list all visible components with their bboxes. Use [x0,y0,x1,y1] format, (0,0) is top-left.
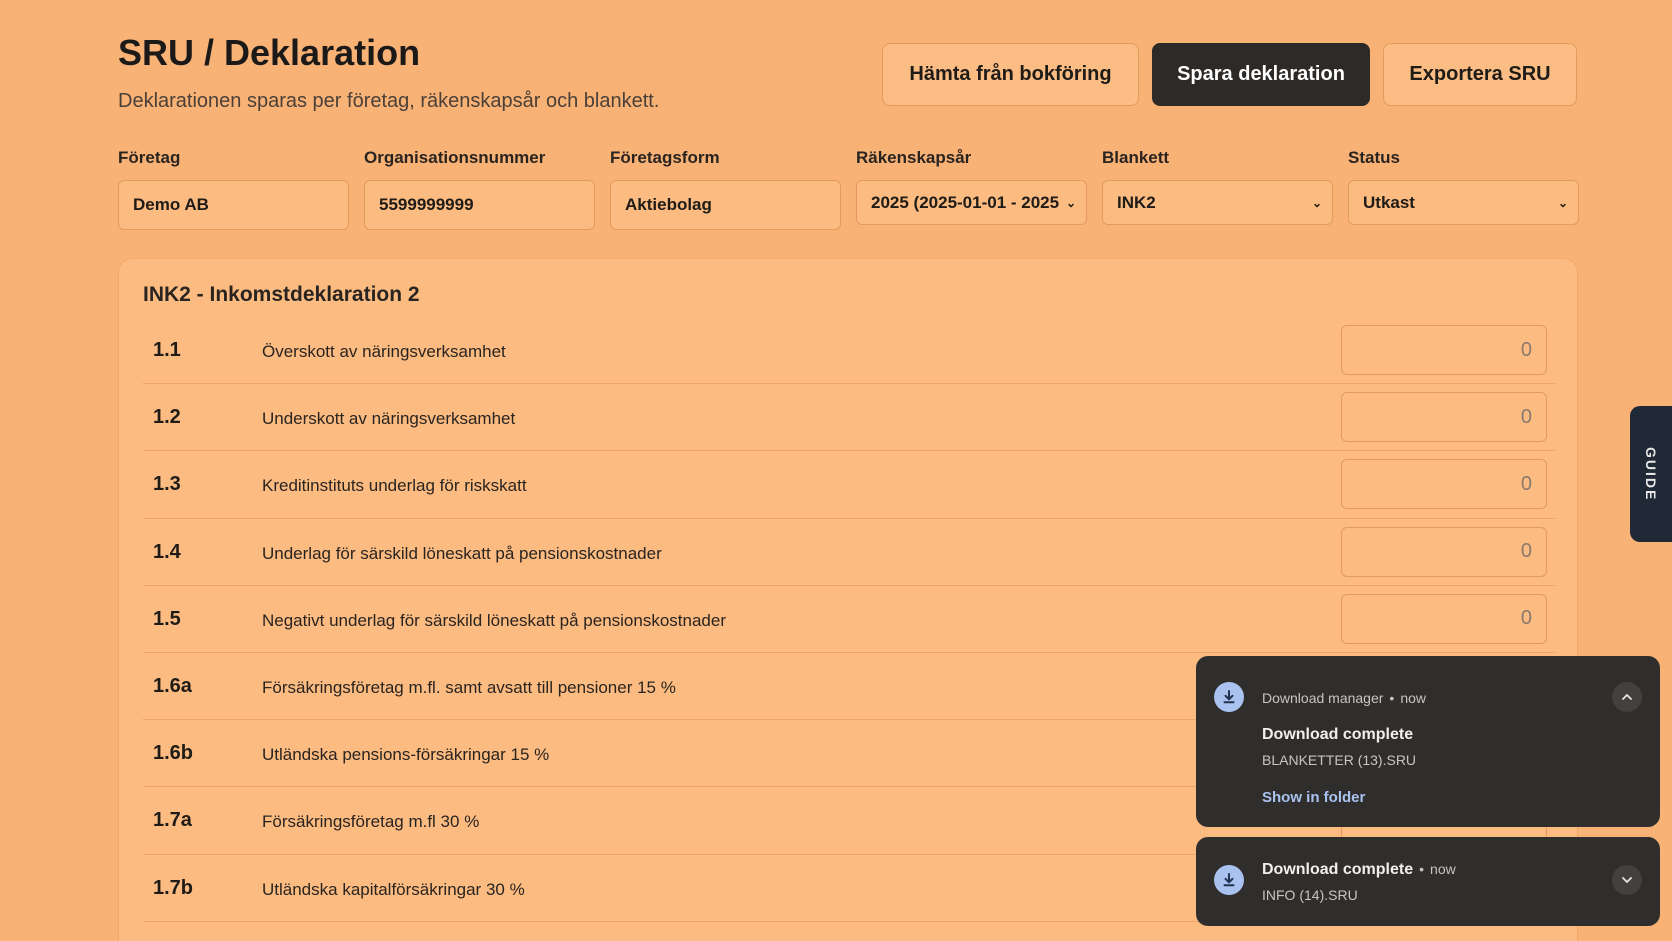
row-code: 1.5 [153,607,181,630]
notification-header: Download complete • now [1262,861,1456,879]
expand-notification-button[interactable] [1612,865,1642,895]
notification-title: Download complete [1262,861,1414,878]
guide-tab-label: GUIDE [1643,446,1659,502]
chevron-down-icon [1622,877,1632,883]
fiscal-year-field-group: Räkenskapsår 2025 (2025-01-01 - 2025-12-… [856,148,1087,230]
form-row: 1.1 Överskott av näringsverksamhet 0 [143,317,1555,385]
row-value: 0 [1520,540,1532,563]
company-form-value: Aktiebolag [625,195,712,214]
row-value-input[interactable]: 0 [1341,325,1547,375]
status-select[interactable]: Utkast ⌄ [1348,180,1579,225]
company-label: Företag [118,148,181,167]
notification-file: BLANKETTER (13).SRU [1262,752,1417,768]
row-value-input[interactable]: 0 [1341,459,1547,510]
notification-time: now [1400,690,1426,706]
org-number-field-group: Organisationsnummer 5599999999 [364,148,595,230]
header-actions: Hämta från bokföring Spara deklaration E… [882,43,1577,106]
notification-time: now [1430,861,1456,877]
fiscal-year-label: Räkenskapsår [856,148,972,167]
row-label: Försäkringsföretag m.fl. samt avsatt til… [262,677,676,697]
notification-header: Download manager • now [1262,690,1426,706]
chevron-up-icon [1622,694,1632,700]
row-value: 0 [1520,607,1532,630]
guide-tab[interactable]: GUIDE [1630,406,1672,542]
company-form-field-group: Företagsform Aktiebolag [610,148,841,230]
notification-title: Download complete [1262,726,1414,743]
company-form-input[interactable]: Aktiebolag [610,180,841,230]
export-sru-button[interactable]: Exportera SRU [1383,43,1577,106]
notification-app: Download manager [1262,690,1384,706]
chevron-down-icon: ⌄ [1557,195,1568,210]
status-label: Status [1348,148,1400,167]
row-label: Utländska kapitalförsäkringar 30 % [262,879,525,899]
row-label: Kreditinstituts underlag för riskskatt [262,476,527,496]
row-code: 1.1 [153,339,181,361]
form-label: Blankett [1102,148,1170,167]
row-label: Försäkringsföretag m.fl 30 % [262,812,480,832]
company-value: Demo AB [133,195,209,214]
row-code: 1.7b [153,876,194,899]
company-form-label: Företagsform [610,148,720,167]
fiscal-year-value: 2025 (2025-01-01 - 2025-12-31) [871,192,1059,212]
row-value-input[interactable]: 0 [1341,392,1547,443]
org-number-input[interactable]: 5599999999 [364,180,595,230]
fetch-from-bookkeeping-button[interactable]: Hämta från bokföring [882,43,1139,106]
status-field-group: Status Utkast ⌄ [1348,148,1579,230]
form-field-group: Blankett INK2 ⌄ [1102,148,1333,230]
row-label: Negativt underlag för särskild löneskatt… [262,610,726,630]
row-value: 0 [1520,405,1532,428]
notification-file: INFO (14).SRU [1262,887,1358,903]
company-field-group: Företag Demo AB [118,148,349,230]
separator-dot: • [1419,861,1425,877]
form-row: 1.5 Negativt underlag för särskild lönes… [143,586,1555,653]
download-icon [1214,865,1244,895]
page-title: SRU / Deklaration [118,32,421,73]
row-label: Underskott av näringsverksamhet [262,409,516,429]
form-select[interactable]: INK2 ⌄ [1102,180,1333,225]
row-value: 0 [1520,338,1532,361]
collapse-notification-button[interactable] [1612,682,1642,712]
page-subtitle: Deklarationen sparas per företag, räkens… [118,90,660,112]
row-code: 1.6b [153,742,194,765]
chevron-down-icon: ⌄ [1065,195,1076,210]
form-card-title: INK2 - Inkomstdeklaration 2 [143,283,420,306]
form-rows: 1.1 Överskott av näringsverksamhet 0 1.2… [143,317,1555,922]
company-input[interactable]: Demo AB [118,180,349,230]
chevron-down-icon: ⌄ [1311,195,1322,210]
row-label: Utländska pensions-försäkringar 15 % [262,745,550,765]
row-code: 1.4 [153,540,181,563]
row-code: 1.7a [153,809,192,832]
form-row: 1.2 Underskott av näringsverksamhet 0 [143,384,1555,452]
form-value: INK2 [1117,192,1156,212]
filter-fields: Företag Demo AB Organisationsnummer 5599… [118,148,1579,230]
separator-dot: • [1389,690,1395,706]
row-code: 1.6a [153,674,192,697]
show-in-folder-link[interactable]: Show in folder [1262,789,1365,806]
download-notification: Download manager • now Download complete B… [1196,656,1660,827]
page: SRU / Deklaration Deklarationen sparas p… [0,0,1672,941]
status-value: Utkast [1363,192,1415,212]
row-value-input[interactable]: 0 [1341,593,1547,644]
row-code: 1.2 [153,406,181,429]
org-number-label: Organisationsnummer [364,148,546,167]
form-row: 1.3 Kreditinstituts underlag för riskska… [143,451,1555,519]
download-icon [1214,682,1244,712]
fiscal-year-select[interactable]: 2025 (2025-01-01 - 2025-12-31) ⌄ [856,180,1087,225]
row-code: 1.3 [153,473,181,496]
row-label: Överskott av näringsverksamhet [262,342,506,361]
row-value-input[interactable]: 0 [1341,526,1547,577]
save-declaration-button[interactable]: Spara deklaration [1152,43,1370,106]
download-notification: Download complete • now INFO (14).SRU [1196,837,1660,926]
row-label: Underlag för särskild löneskatt på pensi… [262,543,662,563]
form-row: 1.4 Underlag för särskild löneskatt på p… [143,519,1555,586]
row-value: 0 [1520,472,1532,495]
org-number-value: 5599999999 [379,195,474,214]
